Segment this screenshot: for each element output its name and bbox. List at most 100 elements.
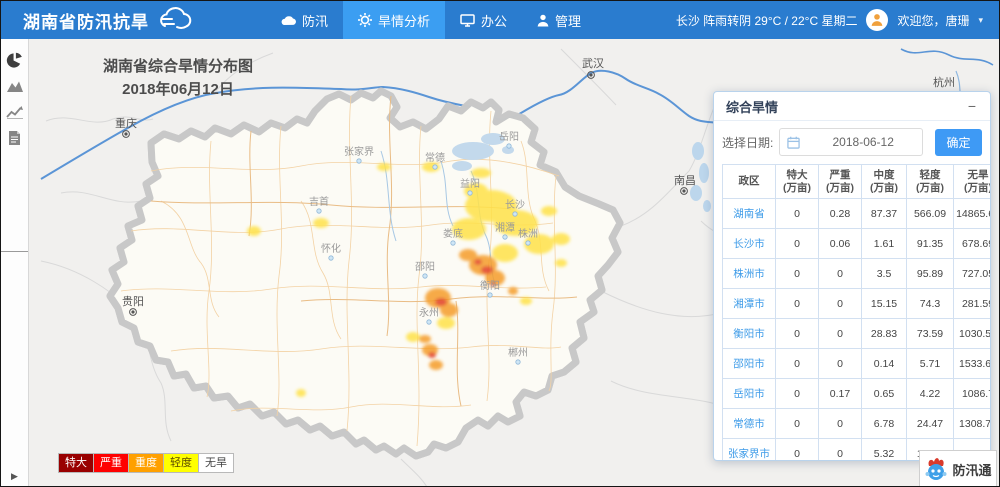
user-avatar[interactable] — [866, 9, 888, 31]
sidebar-collapse-toggle[interactable]: ▶ — [1, 471, 28, 482]
table-row: 岳阳市 0 0.17 0.65 4.22 1086.7 — [723, 379, 992, 409]
region-link[interactable]: 湖南省 — [723, 199, 776, 229]
cell: 0 — [819, 289, 862, 319]
pie-chart-icon[interactable] — [3, 49, 27, 71]
report-doc-icon[interactable] — [3, 127, 27, 149]
menu-item-hanqing-fenxi[interactable]: 旱情分析 — [343, 1, 445, 39]
cell: 0 — [776, 319, 819, 349]
drought-legend: 特大 严重 重度 轻度 无旱 — [58, 453, 234, 473]
cell: 678.69 — [954, 229, 992, 259]
panel-minimize-button[interactable]: − — [966, 99, 978, 113]
confirm-button[interactable]: 确定 — [935, 129, 982, 156]
drought-summary-panel: 综合旱情 − 选择日期: 确定 政区 — [713, 91, 991, 461]
table-row: 长沙市 0 0.06 1.61 91.35 678.69 — [723, 229, 992, 259]
cell: 0 — [776, 289, 819, 319]
map-label-changde: 常德 — [425, 151, 445, 164]
cell: 0 — [819, 439, 862, 462]
region-link[interactable]: 株洲市 — [723, 259, 776, 289]
cell: 0 — [776, 349, 819, 379]
drought-data-table: 政区 特大(万亩) 严重(万亩) 中度(万亩) 轻度(万亩) 无旱(万亩) 湖南… — [722, 164, 991, 461]
cell: 74.3 — [907, 289, 954, 319]
col-header-medium: 中度(万亩) — [862, 165, 907, 199]
sidebar-divider — [1, 251, 28, 252]
cell: 95.89 — [907, 259, 954, 289]
trend-chart-icon[interactable] — [3, 101, 27, 123]
map-label-yongzhou: 永州 — [419, 306, 439, 319]
cell: 0.28 — [819, 199, 862, 229]
cell: 0 — [819, 319, 862, 349]
map-label-jishou: 吉首 — [309, 195, 329, 208]
cell: 15.15 — [862, 289, 907, 319]
fangxuntong-widget[interactable]: 防汛通 — [919, 450, 997, 487]
table-row: 湖南省 0 0.28 87.37 566.09 14865.61 — [723, 199, 992, 229]
legend-item-none: 无旱 — [199, 453, 234, 473]
cell: 0 — [819, 409, 862, 439]
menu-item-guanli[interactable]: 管理 — [522, 1, 596, 39]
region-link[interactable]: 张家界市 — [723, 439, 776, 462]
cell: 281.59 — [954, 289, 992, 319]
menu-item-fangxun[interactable]: 防汛 — [265, 1, 343, 39]
date-picker-label: 选择日期: — [722, 134, 773, 151]
cell: 24.47 — [907, 409, 954, 439]
mascot-icon — [924, 457, 948, 481]
date-filter-row: 选择日期: 确定 — [714, 121, 990, 162]
left-toolbar: ▶ — [1, 39, 29, 486]
map-label-hengyang: 衡阳 — [480, 280, 500, 292]
legend-item-severe: 严重 — [94, 453, 129, 473]
map-label-hangzhou: 杭州 — [933, 75, 955, 89]
welcome-user[interactable]: 欢迎您，唐珊 — [897, 12, 969, 29]
cell: 1.61 — [862, 229, 907, 259]
app-title: 湖南省防汛抗旱 — [23, 8, 149, 33]
cell: 0 — [776, 229, 819, 259]
weather-status: 长沙 阵雨转阴 29°C / 22°C 星期二 — [676, 12, 858, 29]
cell: 0 — [819, 349, 862, 379]
table-header-row: 政区 特大(万亩) 严重(万亩) 中度(万亩) 轻度(万亩) 无旱(万亩) — [723, 165, 992, 199]
area-chart-icon[interactable] — [3, 75, 27, 97]
cell: 28.83 — [862, 319, 907, 349]
col-header-none: 无旱(万亩) — [954, 165, 992, 199]
chevron-down-icon[interactable]: ▾ — [978, 15, 983, 26]
table-row: 邵阳市 0 0 0.14 5.71 1533.66 — [723, 349, 992, 379]
panel-header: 综合旱情 − — [714, 92, 990, 121]
legend-item-light: 轻度 — [164, 453, 199, 473]
legend-item-heavy: 重度 — [129, 453, 164, 473]
map-label-nanchang: 南昌 — [674, 174, 696, 187]
cell: 0.65 — [862, 379, 907, 409]
monitor-icon — [460, 14, 475, 27]
cell: 1308.78 — [954, 409, 992, 439]
table-row: 衡阳市 0 0 28.83 73.59 1030.58 — [723, 319, 992, 349]
cell: 727.05 — [954, 259, 992, 289]
region-link[interactable]: 湘潭市 — [723, 289, 776, 319]
top-navbar: 湖南省防汛抗旱 防汛 — [1, 1, 999, 39]
cell: 0 — [776, 409, 819, 439]
app-logo: 湖南省防汛抗旱 — [1, 6, 195, 34]
cell: 1030.58 — [954, 319, 992, 349]
region-link[interactable]: 常德市 — [723, 409, 776, 439]
region-link[interactable]: 岳阳市 — [723, 379, 776, 409]
cell: 3.5 — [862, 259, 907, 289]
user-icon — [537, 14, 549, 27]
region-link[interactable]: 长沙市 — [723, 229, 776, 259]
cell: 0 — [819, 259, 862, 289]
cell: 5.71 — [907, 349, 954, 379]
region-link[interactable]: 邵阳市 — [723, 349, 776, 379]
map-label-yueyang: 岳阳 — [499, 131, 519, 143]
cell: 0 — [776, 259, 819, 289]
table-row: 株洲市 0 0 3.5 95.89 727.05 — [723, 259, 992, 289]
calendar-icon — [787, 136, 800, 149]
navbar-right: 长沙 阵雨转阴 29°C / 22°C 星期二 欢迎您，唐珊 ▾ — [676, 9, 999, 31]
cell: 0.14 — [862, 349, 907, 379]
menu-item-bangong[interactable]: 办公 — [445, 1, 522, 39]
map-label-guiyang: 贵阳 — [122, 295, 144, 308]
date-input[interactable] — [804, 134, 922, 150]
date-picker[interactable] — [779, 128, 923, 156]
map-label-huaihua: 怀化 — [321, 242, 341, 255]
col-header-region: 政区 — [723, 165, 776, 199]
cell: 0 — [776, 439, 819, 462]
map-label-chenzhou: 郴州 — [508, 346, 528, 359]
map-label-wuhan: 武汉 — [582, 57, 604, 70]
region-link[interactable]: 衡阳市 — [723, 319, 776, 349]
cell: 0.06 — [819, 229, 862, 259]
cell: 1533.66 — [954, 349, 992, 379]
map-label-changsha: 长沙 — [505, 199, 525, 211]
